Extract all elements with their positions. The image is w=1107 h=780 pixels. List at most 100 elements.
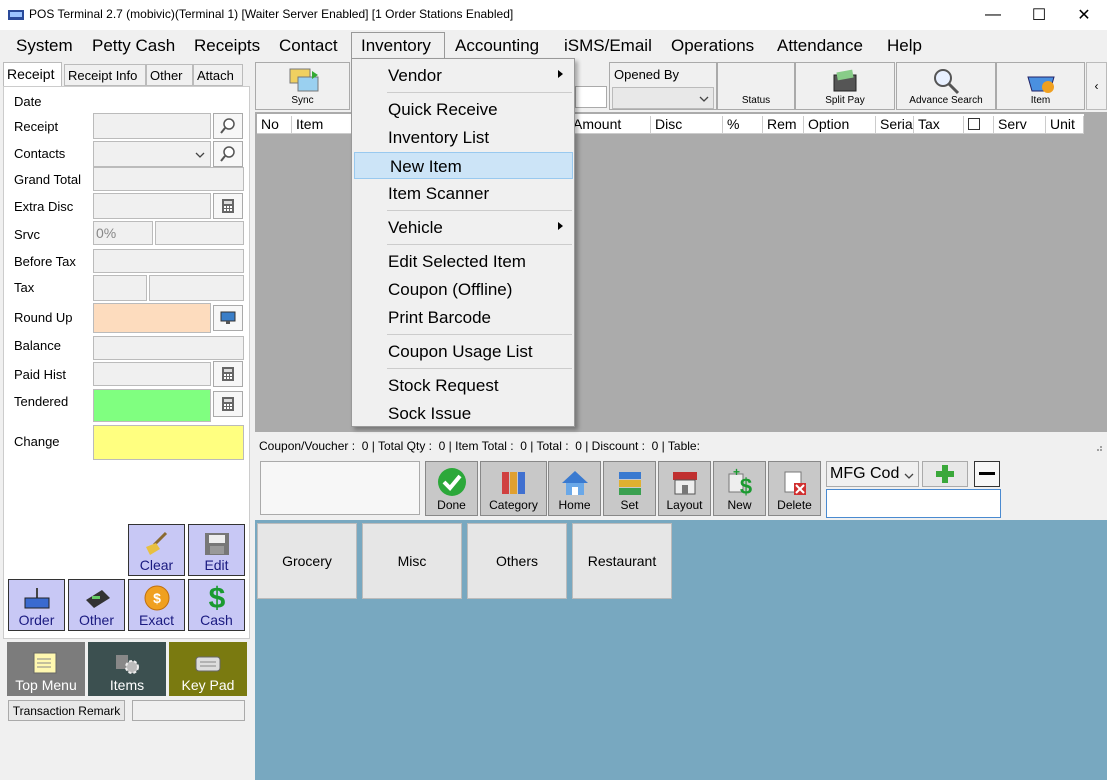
split-pay-button[interactable]: Split Pay [795,62,895,110]
select-all-checkbox[interactable] [968,118,980,130]
minimize-button[interactable]: — [970,0,1016,30]
blocks-icon [618,472,641,495]
tendered-field[interactable] [93,389,211,422]
status-button[interactable]: Status [717,62,795,110]
col-no[interactable]: No [257,116,292,134]
vehicle-label: Vehicle [388,218,443,237]
before-tax-field [93,249,244,273]
change-label: Change [14,434,60,449]
delete-button[interactable]: Delete [768,461,821,516]
menu-item-vendor[interactable]: Vendor [353,62,573,89]
menu-petty-cash[interactable]: Petty Cash [89,36,178,56]
clear-button[interactable]: Clear [128,524,185,576]
col-serv[interactable]: Serv [994,116,1046,134]
menu-attendance[interactable]: Attendance [774,36,866,56]
menu-isms-email[interactable]: iSMS/Email [561,36,655,56]
svg-text:+: + [733,466,740,479]
collapse-toolbar-button[interactable]: ‹ [1086,62,1107,110]
mfg-remove-button[interactable]: — [974,461,1000,487]
category-misc[interactable]: Misc [362,523,462,599]
tab-attach[interactable]: Attach [193,64,243,86]
category-others[interactable]: Others [467,523,567,599]
item-button[interactable]: Item [996,62,1085,110]
menu-item-vehicle[interactable]: Vehicle [353,214,573,241]
menu-item-coupon-offline[interactable]: Coupon (Offline) [353,276,573,303]
toolbar-text-field[interactable] [575,86,607,108]
menu-receipts[interactable]: Receipts [191,36,263,56]
receipt-field[interactable] [93,113,211,139]
opened-by-dropdown[interactable] [612,87,714,109]
col-percent[interactable]: % [723,116,763,134]
extra-disc-calculator-button[interactable] [213,193,243,219]
menu-item-new-item[interactable]: New Item [354,152,573,179]
key-pad-button[interactable]: Key Pad [169,642,247,696]
mfg-add-button[interactable]: + [922,461,968,487]
menu-item-edit-selected-item[interactable]: Edit Selected Item [353,248,573,275]
contacts-dropdown[interactable] [93,141,211,167]
tab-receipt-info[interactable]: Receipt Info [64,64,146,86]
transaction-remark-button[interactable]: Transaction Remark [8,700,125,721]
menu-item-coupon-usage-list[interactable]: Coupon Usage List [353,338,573,365]
maximize-button[interactable]: ☐ [1016,0,1062,30]
checkmark-icon [437,468,466,496]
menu-inventory[interactable]: Inventory [358,36,434,56]
category-grocery[interactable]: Grocery [257,523,357,599]
set-button[interactable]: Set [603,461,656,516]
srvc-percent-field[interactable]: 0% [93,221,153,245]
close-button[interactable]: ✕ [1061,0,1107,30]
col-serial[interactable]: Seria [876,116,914,134]
menu-system[interactable]: System [13,36,76,56]
menu-item-item-scanner[interactable]: Item Scanner [353,180,573,207]
mfg-code-dropdown[interactable]: MFG Cod [826,461,919,487]
menu-help[interactable]: Help [884,36,925,56]
receipt-search-button[interactable] [213,113,243,139]
menu-operations[interactable]: Operations [668,36,757,56]
order-button[interactable]: Order [8,579,65,631]
round-up-label: Round Up [14,310,73,325]
before-tax-label: Before Tax [14,254,76,269]
new-item-button[interactable]: $ + New [713,461,766,516]
col-select[interactable] [964,116,994,134]
resize-grip-icon [1097,446,1102,451]
category-button[interactable]: Category [480,461,547,516]
tax-rate-field [93,275,147,301]
submenu-arrow-icon [558,222,563,230]
other-payment-button[interactable]: Other [68,579,125,631]
menu-accounting[interactable]: Accounting [452,36,542,56]
contacts-search-button[interactable] [213,141,243,167]
exact-button[interactable]: $ Exact [128,579,185,631]
delete-label: Delete [777,498,812,512]
paid-hist-calculator-button[interactable] [213,361,243,387]
menu-contact[interactable]: Contact [276,36,341,56]
col-option[interactable]: Option [804,116,876,134]
home-button[interactable]: Home [548,461,601,516]
transaction-remark-field[interactable] [132,700,245,721]
edit-button[interactable]: Edit [188,524,245,576]
done-button[interactable]: Done [425,461,478,516]
cash-button[interactable]: $ Cash [188,579,245,631]
menu-item-sock-issue[interactable]: Sock Issue [353,400,573,427]
tab-receipt[interactable]: Receipt [3,62,62,86]
extra-disc-field[interactable] [93,193,211,219]
menu-item-print-barcode[interactable]: Print Barcode [353,304,573,331]
items-button[interactable]: Items [88,642,166,696]
col-unit[interactable]: Unit [1046,116,1084,134]
round-up-field[interactable] [93,303,211,333]
round-up-button[interactable] [213,305,243,331]
advance-search-button[interactable]: Advance Search [896,62,996,110]
tendered-calculator-button[interactable] [213,391,243,417]
mfg-code-input[interactable] [826,489,1001,518]
tab-other[interactable]: Other [146,64,193,86]
menu-item-inventory-list[interactable]: Inventory List [353,124,573,151]
col-amount[interactable]: Amount [569,116,651,134]
col-rem[interactable]: Rem [763,116,804,134]
menu-item-stock-request[interactable]: Stock Request [353,372,573,399]
top-menu-button[interactable]: Top Menu [7,642,85,696]
col-disc[interactable]: Disc [651,116,723,134]
category-restaurant[interactable]: Restaurant [572,523,672,599]
sync-button[interactable]: Sync [255,62,350,110]
menu-item-quick-receive[interactable]: Quick Receive [353,96,573,123]
paid-hist-field [93,362,211,386]
layout-button[interactable]: Layout [658,461,711,516]
col-tax[interactable]: Tax [914,116,964,134]
